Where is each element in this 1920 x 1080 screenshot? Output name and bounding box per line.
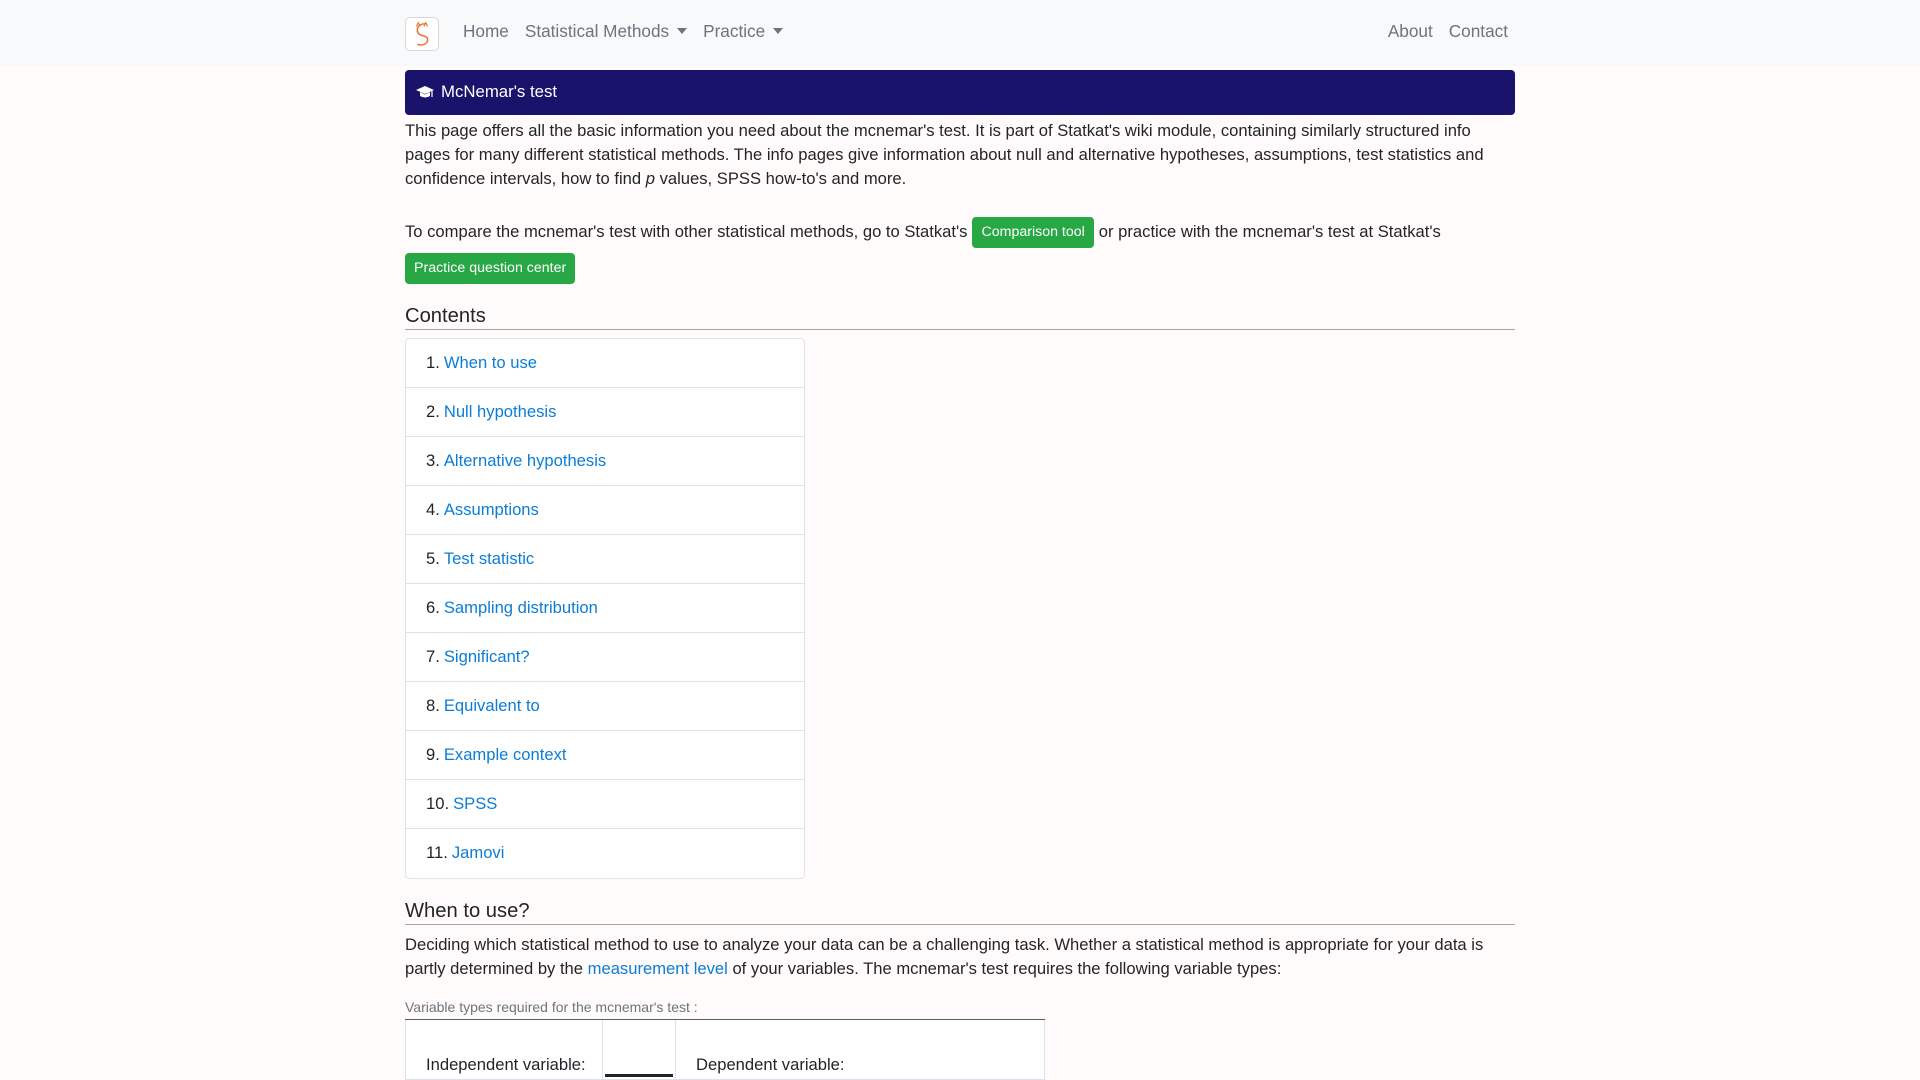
top-navbar: Home Statistical Methods Practice About … — [0, 0, 1920, 66]
independent-variable-value — [602, 1020, 676, 1080]
comparison-tool-button[interactable]: Comparison tool — [972, 216, 1094, 248]
chevron-down-icon — [773, 28, 784, 35]
page-title: McNemar's test — [441, 82, 558, 102]
nav-right: About Contact — [1372, 21, 1508, 42]
chevron-down-icon — [677, 28, 688, 35]
toc-link-jamovi[interactable]: Jamovi — [452, 843, 505, 863]
toc-link-alternative-hypothesis[interactable]: Alternative hypothesis — [444, 451, 606, 471]
toc-link-test-statistic[interactable]: Test statistic — [444, 549, 534, 569]
contents-list: 1. When to use 2. Null hypothesis 3. Altern… — [405, 338, 805, 879]
variable-types-table: Independent variable: Dependent variable… — [405, 1020, 1045, 1080]
list-item: 10. SPSS — [406, 780, 804, 829]
compare-paragraph: To compare the mcnemar's test with other… — [405, 215, 1515, 249]
statkat-logo-icon[interactable] — [405, 17, 439, 51]
intro-paragraph: This page offers all the basic informati… — [405, 121, 1484, 188]
list-item: 5. Test statistic — [406, 535, 804, 584]
variable-table-caption: Variable types required for the mcnemar'… — [405, 999, 1045, 1021]
toc-link-null-hypothesis[interactable]: Null hypothesis — [444, 402, 557, 422]
list-item: 9. Example context — [406, 731, 804, 780]
independent-variable-label: Independent variable: — [426, 1055, 586, 1075]
list-item: 2. Null hypothesis — [406, 388, 804, 437]
list-item: 6. Sampling distribution — [406, 584, 804, 633]
measurement-level-link[interactable]: measurement level — [588, 959, 728, 978]
when-to-use-heading: When to use? — [405, 899, 1515, 925]
graduation-cap-icon — [416, 85, 434, 97]
toc-link-assumptions[interactable]: Assumptions — [444, 500, 539, 520]
divider — [605, 1074, 673, 1078]
page-title-banner: McNemar's test — [405, 70, 1515, 115]
nav-home[interactable]: Home — [463, 21, 509, 42]
nav-about[interactable]: About — [1388, 21, 1433, 42]
list-item: 4. Assumptions — [406, 486, 804, 535]
list-item: 11. Jamovi — [426, 843, 505, 863]
when-to-use-paragraph: Deciding which statistical method to use… — [405, 935, 1484, 978]
toc-link-spss[interactable]: SPSS — [453, 794, 497, 814]
main-content: This page offers all the basic informati… — [405, 119, 1515, 1080]
practice-question-center-button[interactable]: Practice question center — [405, 253, 576, 284]
dependent-variable-label: Dependent variable: — [696, 1055, 845, 1075]
list-item: 7. Significant? — [406, 633, 804, 682]
list-item: 8. Equivalent to — [406, 682, 804, 731]
nav-left: Home Statistical Methods Practice — [463, 21, 799, 42]
toc-link-significant[interactable]: Significant? — [444, 647, 530, 667]
list-item: 1. When to use — [406, 339, 804, 388]
contents-heading: Contents — [405, 304, 1515, 330]
nav-contact[interactable]: Contact — [1449, 21, 1508, 42]
toc-link-when-to-use[interactable]: When to use — [444, 353, 537, 373]
toc-link-equivalent-to[interactable]: Equivalent to — [444, 696, 540, 716]
list-item: 3. Alternative hypothesis — [406, 437, 804, 486]
toc-link-sampling-distribution[interactable]: Sampling distribution — [444, 598, 598, 618]
nav-practice-dropdown[interactable]: Practice — [703, 21, 784, 42]
nav-statistical-methods-dropdown[interactable]: Statistical Methods — [525, 21, 688, 42]
toc-link-example-context[interactable]: Example context — [444, 745, 567, 765]
